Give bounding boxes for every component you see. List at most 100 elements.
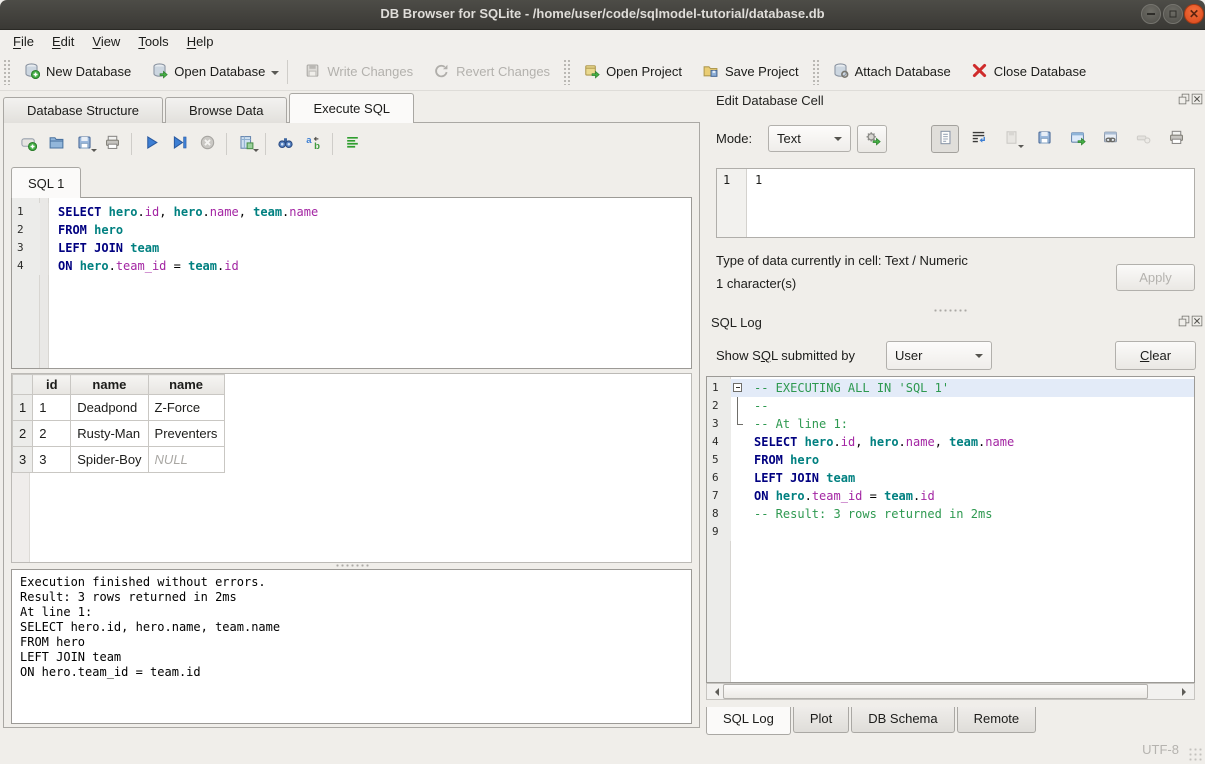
- sql-toolbar-save-sql-file-button[interactable]: [70, 131, 98, 157]
- scroll-right-icon[interactable]: [1178, 684, 1194, 699]
- sql-toolbar-open-sql-file-button[interactable]: [42, 131, 70, 157]
- menu-help[interactable]: Help: [178, 32, 223, 51]
- scroll-left-icon[interactable]: [707, 684, 723, 699]
- dropdown-caret-icon[interactable]: [271, 71, 279, 79]
- mode-value: Text: [777, 131, 801, 146]
- sql-toolbar-execute-all-button[interactable]: [137, 131, 165, 157]
- code-line: 4ON hero.team_id = team.id: [12, 257, 691, 275]
- column-header-name[interactable]: name: [71, 375, 148, 395]
- dock-tab-db-schema[interactable]: DB Schema: [851, 707, 954, 733]
- auto-apply-button[interactable]: [857, 125, 887, 153]
- main-toolbar: New Database Open Database Write ChangesRe…: [0, 53, 1205, 91]
- sql-toolbar-find-button[interactable]: [271, 131, 299, 157]
- cell-editor[interactable]: 1 1: [716, 168, 1195, 238]
- sql-toolbar-new-tab-button[interactable]: [14, 131, 42, 157]
- log-filter-select[interactable]: User: [886, 341, 992, 370]
- find-icon: [277, 134, 294, 154]
- row-number[interactable]: 1: [13, 395, 33, 421]
- column-header-id[interactable]: id: [33, 375, 71, 395]
- table-cell[interactable]: Rusty-Man: [71, 421, 148, 447]
- dock-splitter-handle[interactable]: [933, 308, 967, 313]
- log-close-icon[interactable]: [1191, 315, 1203, 327]
- toolbar-button-label: New Database: [46, 64, 131, 79]
- sql-toolbar-export-results-button[interactable]: [232, 131, 260, 157]
- toolbar-button-label: Attach Database: [855, 64, 951, 79]
- cell-print-cell-button[interactable]: [1162, 125, 1190, 153]
- save-project-icon: [702, 62, 719, 82]
- dock-tab-sql-log[interactable]: SQL Log: [706, 707, 791, 735]
- cell-word-wrap-button[interactable]: [964, 125, 992, 153]
- tab-execute-sql[interactable]: Execute SQL: [289, 93, 414, 123]
- tab-browse-data[interactable]: Browse Data: [165, 97, 287, 123]
- code-line: 5FROM hero: [707, 451, 1194, 469]
- sql-toolbar-find-replace-button[interactable]: ab: [299, 131, 327, 157]
- dropdown-caret-icon: [91, 149, 97, 155]
- splitter-handle[interactable]: [335, 563, 369, 568]
- clear-button[interactable]: Clear: [1115, 341, 1196, 370]
- log-float-icon[interactable]: [1178, 315, 1190, 327]
- table-cell[interactable]: Deadpond: [71, 395, 148, 421]
- apply-button[interactable]: Apply: [1116, 264, 1195, 291]
- message-line: Result: 3 rows returned in 2ms: [20, 590, 683, 605]
- cell-set-null-button[interactable]: [1129, 125, 1157, 153]
- cell-open-in-external-button[interactable]: [1063, 125, 1091, 153]
- dock-close-icon[interactable]: [1191, 93, 1203, 105]
- fold-margin[interactable]: [731, 379, 745, 397]
- app-window: DB Browser for SQLite - /home/user/code/…: [0, 0, 1205, 764]
- open-database-button[interactable]: Open Database: [141, 57, 275, 87]
- open-project-button[interactable]: Open Project: [573, 57, 692, 87]
- table-cell[interactable]: Preventers: [148, 421, 224, 447]
- write-changes-button[interactable]: Write Changes: [294, 57, 423, 87]
- menu-view[interactable]: View: [83, 32, 129, 51]
- table-cell[interactable]: 3: [33, 447, 71, 473]
- cell-export-data-button[interactable]: [1030, 125, 1058, 153]
- dock-tab-plot[interactable]: Plot: [793, 707, 849, 733]
- dock-tab-remote[interactable]: Remote: [957, 707, 1037, 733]
- sql-toolbar-stop-execution-button[interactable]: [193, 131, 221, 157]
- table-cell[interactable]: Spider-Boy: [71, 447, 148, 473]
- menubar: FileEditViewToolsHelp: [0, 30, 1205, 53]
- cell-type-info: Type of data currently in cell: Text / N…: [716, 253, 968, 268]
- attach-database-button[interactable]: Attach Database: [822, 57, 961, 87]
- table-cell[interactable]: NULL: [148, 447, 224, 473]
- revert-changes-button[interactable]: Revert Changes: [423, 57, 560, 87]
- table-cell[interactable]: Z-Force: [148, 395, 224, 421]
- cell-import-data-button[interactable]: [997, 125, 1025, 153]
- sql-log-view[interactable]: 1-- EXECUTING ALL IN 'SQL 1'2--3-- At li…: [706, 376, 1195, 683]
- row-number[interactable]: 3: [13, 447, 33, 473]
- resize-grip[interactable]: [1188, 747, 1202, 761]
- mode-select[interactable]: Text: [768, 125, 851, 152]
- new-database-button[interactable]: New Database: [13, 57, 141, 87]
- corner-header[interactable]: [13, 375, 33, 395]
- cell-copy-link-button[interactable]: [1096, 125, 1124, 153]
- cell-text-mode-button[interactable]: [931, 125, 959, 153]
- scrollbar-thumb[interactable]: [723, 684, 1148, 699]
- row-number[interactable]: 2: [13, 421, 33, 447]
- menu-edit[interactable]: Edit: [43, 32, 83, 51]
- table-cell[interactable]: 2: [33, 421, 71, 447]
- close-icon: ✕: [1189, 8, 1199, 20]
- sql-editor[interactable]: 1SELECT hero.id, hero.name, team.name2FR…: [11, 197, 692, 369]
- menu-file[interactable]: File: [4, 32, 43, 51]
- save-sql-file-icon: [76, 134, 93, 154]
- sql-toolbar-print-button[interactable]: [98, 131, 126, 157]
- menu-tools[interactable]: Tools: [129, 32, 177, 51]
- sql-editor-tab[interactable]: SQL 1: [11, 167, 81, 198]
- column-header-name[interactable]: name: [148, 375, 224, 395]
- message-line: Execution finished without errors.: [20, 575, 683, 590]
- save-project-button[interactable]: Save Project: [692, 57, 809, 87]
- tab-database-structure[interactable]: Database Structure: [3, 97, 163, 123]
- code-text: ON hero.team_id = team.id: [745, 487, 1194, 505]
- sql-toolbar-format-sql-button[interactable]: [338, 131, 366, 157]
- close-button[interactable]: ✕: [1184, 4, 1204, 24]
- close-database-button[interactable]: Close Database: [961, 57, 1097, 87]
- log-horizontal-scrollbar[interactable]: [706, 683, 1195, 700]
- fold-collapse-icon[interactable]: [733, 383, 742, 392]
- minimize-button[interactable]: [1141, 4, 1161, 24]
- table-cell[interactable]: 1: [33, 395, 71, 421]
- maximize-button[interactable]: [1163, 4, 1183, 24]
- fold-margin: [731, 469, 745, 487]
- results-area[interactable]: idnamename11DeadpondZ-Force22Rusty-ManPr…: [11, 373, 692, 563]
- dock-float-icon[interactable]: [1178, 93, 1190, 105]
- sql-toolbar-execute-current-line-button[interactable]: [165, 131, 193, 157]
